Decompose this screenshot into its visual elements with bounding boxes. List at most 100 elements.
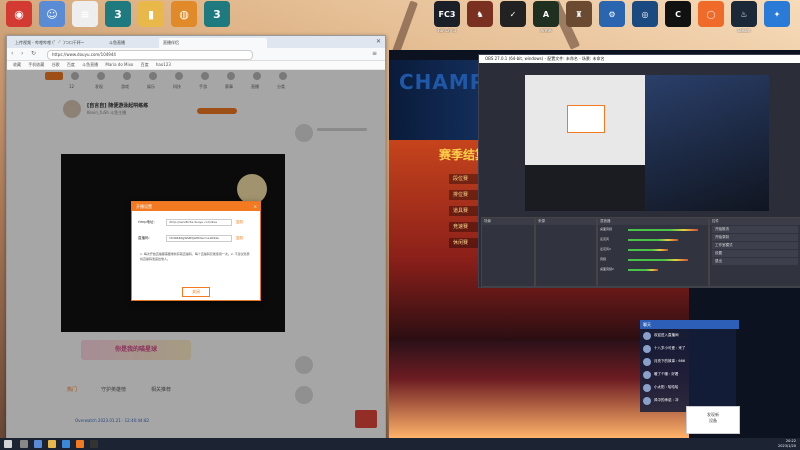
douyu-icon[interactable] — [76, 440, 84, 448]
avatar — [643, 384, 651, 392]
close-dialog-button[interactable]: 关闭 — [182, 287, 210, 297]
avatar — [643, 397, 651, 405]
icon-glyph: ⚙ — [599, 1, 625, 27]
dialog-title: 开播设置 ✕ — [132, 202, 260, 211]
back-icon[interactable]: ‹ — [11, 50, 13, 57]
audio-meter[interactable] — [628, 239, 678, 241]
bookmark[interactable]: 收藏 — [13, 61, 21, 69]
controls-panel: 控件 开始推流 开始录制 工作室模式 设置 退出 — [709, 217, 800, 287]
settings-button[interactable]: 设置 — [712, 250, 798, 257]
chat-message: 欢迎进入直播间 — [654, 333, 679, 337]
copy-rtmp-button[interactable]: 复制 — [236, 220, 243, 225]
clock[interactable]: 20:22 2023/1/20 — [778, 439, 796, 449]
bookmark[interactable]: 斗鱼直播 — [82, 61, 98, 69]
audio-meter[interactable] — [628, 229, 698, 231]
close-icon[interactable]: ✕ — [254, 202, 257, 211]
start-streaming-button[interactable]: 开始推流 — [712, 226, 798, 233]
bookmark[interactable]: 百度 — [67, 61, 75, 69]
browser-tab[interactable]: 上传视频 - 哔哩哔哩 (゜-゜)つロ干杯~ — [11, 38, 109, 48]
folder-icon[interactable]: ▮ — [136, 1, 166, 37]
audio-meter[interactable] — [628, 269, 658, 271]
icon-glyph: ◍ — [171, 1, 197, 27]
notification-toast[interactable]: 发现新 设备 — [686, 406, 740, 434]
sources-panel: 来源 — [535, 217, 597, 287]
control-panel-icon[interactable]: ⚙ — [597, 1, 627, 37]
browser-toolbar: ‹ › ↻ https://www.douyu.com/104944 ≡ — [7, 48, 385, 61]
avatar — [643, 345, 651, 353]
rtmp-url-field[interactable]: rtmp://sendtc3a.douyu.com/live — [166, 219, 232, 226]
start-recording-button[interactable]: 开始录制 — [712, 234, 798, 241]
audio-meter[interactable] — [628, 249, 668, 251]
epic-like-icon[interactable]: ✦ — [762, 1, 792, 37]
icon-glyph: ✓ — [500, 1, 526, 27]
icon-glyph: A — [533, 1, 559, 27]
browser-window: 上传视频 - 哔哩哔哩 (゜-゜)つロ干杯~ 斗鱼直播 直播伴侣 ✕ ‹ › ↻… — [6, 35, 386, 439]
bookmark[interactable]: 谷歌 — [52, 61, 60, 69]
game-2-icon[interactable]: ♞ — [465, 1, 495, 37]
user-folder-icon[interactable]: ☺ — [37, 1, 67, 37]
copy-key-button[interactable]: 复制 — [236, 236, 243, 241]
stream-key-label: 直播码: — [138, 236, 150, 240]
app-yellow-icon[interactable]: C — [663, 1, 693, 37]
icon-glyph: ♞ — [467, 1, 493, 27]
browser-tab[interactable]: 斗鱼直播 — [105, 38, 163, 48]
chat-message: 风中的承诺 : 冲 — [654, 398, 679, 402]
icon-label: ArmA — [540, 28, 552, 33]
fc3-icon[interactable]: FC3 Far Cry 3 — [432, 1, 462, 37]
dialog-note: 1. 每次开始直播都需要重新获取直播码，每个直播码仅能使用一次。2. 不建议随意… — [140, 252, 250, 261]
browser-icon[interactable] — [62, 440, 70, 448]
game-5-icon[interactable]: ♜ — [564, 1, 594, 37]
menu-icon[interactable]: ≡ — [372, 50, 377, 57]
icon-label: Far Cry 3 — [438, 28, 456, 33]
close-icon[interactable]: ✕ — [376, 38, 381, 45]
explorer-icon[interactable] — [48, 440, 56, 448]
address-bar[interactable]: https://www.douyu.com/104944 — [47, 50, 253, 60]
browser-tab-strip: 上传视频 - 哔哩哔哩 (゜-゜)つロ干杯~ 斗鱼直播 直播伴侣 ✕ — [7, 36, 385, 48]
icon-glyph: ◯ — [698, 1, 724, 27]
avatar — [643, 371, 651, 379]
taskbar: 20:22 2023/1/20 — [0, 438, 800, 450]
forward-icon[interactable]: › — [21, 50, 23, 57]
bookmark[interactable]: Maria do Mixo — [105, 61, 133, 69]
bookmarks-bar: 收藏 手机收藏 谷歌 百度 斗鱼直播 Maria do Mixo 百度 hao1… — [7, 61, 385, 70]
obs-preview[interactable] — [525, 75, 769, 211]
stream-key-field[interactable]: 104944RgWsB3jGHDwx=e1694a — [166, 235, 232, 242]
icon-glyph: 3 — [105, 1, 131, 27]
icon-label: Steam — [737, 28, 751, 33]
rtmp-label: rtmp地址: — [138, 220, 155, 224]
icon-glyph: ≡ — [72, 1, 98, 27]
3dsmax-a-icon[interactable]: 3 — [103, 1, 133, 37]
icon-glyph: ♜ — [566, 1, 592, 27]
reload-icon[interactable]: ↻ — [31, 50, 36, 57]
bookmark[interactable]: 百度 — [141, 61, 149, 69]
preview-capture — [645, 75, 769, 211]
taskview-icon[interactable] — [34, 440, 42, 448]
game-3-icon[interactable]: ✓ — [498, 1, 528, 37]
audio-meter[interactable] — [628, 259, 688, 261]
chat-message: 小太阳 : 哈哈哈 — [654, 385, 679, 389]
obs-icon[interactable] — [90, 440, 98, 448]
arma-icon[interactable]: A ArmA — [531, 1, 561, 37]
bookmark[interactable]: hao123 — [156, 61, 171, 69]
icon-glyph: ☺ — [39, 1, 65, 27]
steam-icon[interactable]: ♨ Steam — [729, 1, 759, 37]
search-icon[interactable] — [20, 440, 28, 448]
scenes-panel: 场景 — [481, 217, 535, 287]
studio-mode-button[interactable]: 工作室模式 — [712, 242, 798, 249]
notice-text: 设备 — [709, 418, 717, 423]
chat-message: 月亮下的故事 : 666 — [654, 359, 686, 363]
netease-music-icon[interactable]: ◉ — [4, 1, 34, 37]
blender-like-icon[interactable]: ◍ — [169, 1, 199, 37]
origin-icon[interactable]: ◯ — [696, 1, 726, 37]
document-icon[interactable]: ≡ — [70, 1, 100, 37]
preview-capture — [525, 75, 645, 165]
icon-glyph: ◉ — [6, 1, 32, 27]
3dsmax-b-icon[interactable]: 3 — [202, 1, 232, 37]
exit-button[interactable]: 退出 — [712, 258, 798, 265]
start-icon[interactable] — [4, 440, 12, 448]
icon-glyph: 3 — [204, 1, 230, 27]
stream-setup-dialog: 开播设置 ✕ rtmp地址: rtmp://sendtc3a.douyu.com… — [131, 201, 261, 301]
browser-tab-active[interactable]: 直播伴侣 — [159, 38, 267, 48]
ubisoft-icon[interactable]: ◎ — [630, 1, 660, 37]
bookmark[interactable]: 手机收藏 — [28, 61, 44, 69]
